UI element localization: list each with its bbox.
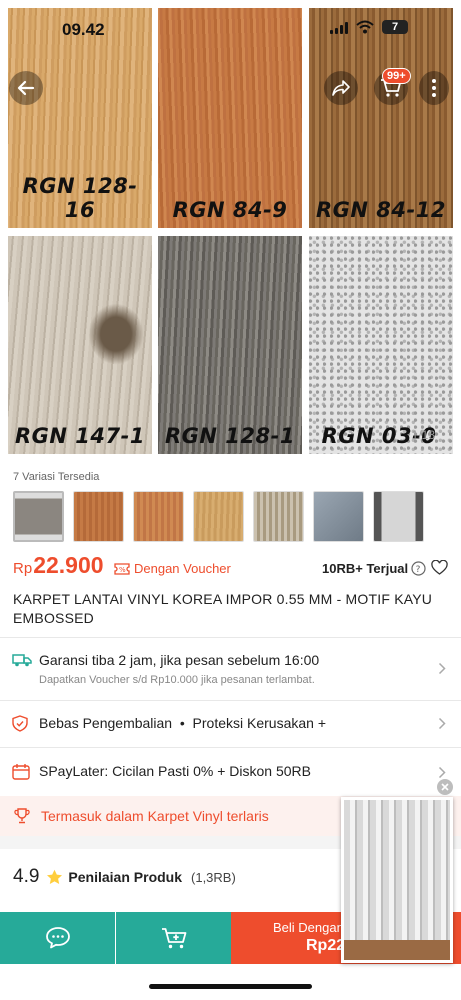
variation-thumbnail[interactable]	[193, 491, 244, 542]
trophy-icon	[14, 808, 30, 824]
gallery-tile: RGN 128-1	[158, 236, 302, 454]
back-button[interactable]	[9, 71, 43, 105]
tile-label: RGN 128-1	[165, 424, 295, 448]
rating-score: 4.9	[13, 866, 40, 887]
shipping-text: Garansi tiba 2 jam, jika pesan sebelum 1…	[39, 652, 320, 668]
variation-thumbnail[interactable]	[73, 491, 124, 542]
rating-label: Penilaian Produk	[68, 869, 183, 885]
close-icon	[441, 783, 449, 791]
voucher-label: Dengan Voucher	[134, 561, 231, 576]
shipping-subtext: Dapatkan Voucher s/d Rp10.000 jika pesan…	[39, 674, 315, 686]
home-indicator	[149, 984, 312, 989]
variation-thumbnail[interactable]	[13, 491, 64, 542]
help-icon[interactable]: ?	[411, 561, 426, 576]
tile-label: RGN 147-1	[15, 424, 145, 448]
chevron-right-icon	[438, 766, 446, 779]
signal-icon	[330, 21, 348, 34]
product-title: KARPET LANTAI VINYL KOREA IMPOR 0.55 MM …	[13, 591, 433, 626]
paylater-row[interactable]: SPayLater: Cicilan Pasti 0% + Diskon 50R…	[0, 747, 461, 795]
buy-button-line2: Rp22	[306, 937, 346, 954]
sold-count: 10RB+ Terjual	[322, 561, 409, 576]
share-icon	[332, 80, 350, 96]
gallery-tile: RGN 03-0 1/13	[309, 236, 453, 454]
back-arrow-icon	[17, 80, 35, 96]
add-to-cart-button[interactable]	[116, 912, 231, 964]
shipping-row[interactable]: Garansi tiba 2 jam, jika pesan sebelum 1…	[0, 637, 461, 695]
video-frame	[344, 800, 450, 960]
gallery-tile: RGN 147-1	[8, 236, 152, 454]
battery-icon: 7	[382, 20, 408, 34]
variation-thumbnails	[13, 491, 424, 542]
spaylater-icon	[12, 764, 30, 780]
image-page-indicator: 1/13	[411, 428, 435, 442]
more-icon	[432, 79, 436, 97]
chat-button[interactable]	[0, 912, 115, 964]
svg-text:?: ?	[416, 565, 421, 575]
truck-icon	[12, 654, 32, 667]
returns-row[interactable]: Bebas Pengembalian • Proteksi Kerusakan …	[0, 700, 461, 746]
chevron-right-icon	[438, 717, 446, 730]
variation-thumbnail[interactable]	[313, 491, 364, 542]
cart-badge: 99+	[382, 68, 411, 84]
variation-thumbnail[interactable]	[253, 491, 304, 542]
svg-text:%: %	[119, 566, 126, 574]
price-currency: Rp	[13, 560, 33, 577]
paylater-text: SPayLater: Cicilan Pasti 0% + Diskon 50R…	[39, 763, 311, 779]
gallery-tile: RGN 84-12	[309, 8, 453, 228]
heart-icon[interactable]	[431, 560, 448, 576]
voucher-link[interactable]: % Dengan Voucher	[114, 561, 231, 576]
chevron-right-icon	[438, 662, 446, 675]
floating-video-player[interactable]	[341, 797, 453, 963]
more-button[interactable]	[419, 71, 449, 105]
add-to-cart-icon	[161, 928, 186, 949]
variation-thumbnail[interactable]	[133, 491, 184, 542]
status-time: 09.42	[62, 20, 105, 39]
rating-count: (1,3RB)	[191, 869, 236, 885]
chat-icon	[45, 927, 70, 949]
video-floor	[344, 940, 450, 960]
video-close-button[interactable]	[437, 779, 453, 795]
shield-icon	[12, 715, 28, 732]
price-amount: 22.900	[33, 552, 104, 578]
wifi-icon	[356, 20, 374, 34]
status-icons: 7	[330, 20, 408, 34]
buy-button-line1: Beli Dengan	[273, 920, 344, 935]
variation-thumbnail[interactable]	[373, 491, 424, 542]
variations-label: 7 Variasi Tersedia	[13, 471, 100, 483]
voucher-icon: %	[114, 562, 130, 575]
gallery-tile: RGN 84-9	[158, 8, 302, 228]
star-icon	[47, 869, 63, 884]
tile-label: RGN 84-12	[316, 198, 446, 222]
returns-text: Bebas Pengembalian • Proteksi Kerusakan …	[39, 715, 327, 731]
rating-summary[interactable]: 4.9 Penilaian Produk (1,3RB)	[13, 866, 236, 888]
product-price: Rp 22.900	[13, 552, 104, 579]
gallery-tile: RGN 128-16	[8, 8, 152, 228]
share-button[interactable]	[324, 71, 358, 105]
tile-label: RGN 84-9	[172, 198, 288, 222]
tile-label: RGN 128-16	[22, 174, 138, 222]
bestseller-text: Termasuk dalam Karpet Vinyl terlaris	[41, 808, 269, 824]
